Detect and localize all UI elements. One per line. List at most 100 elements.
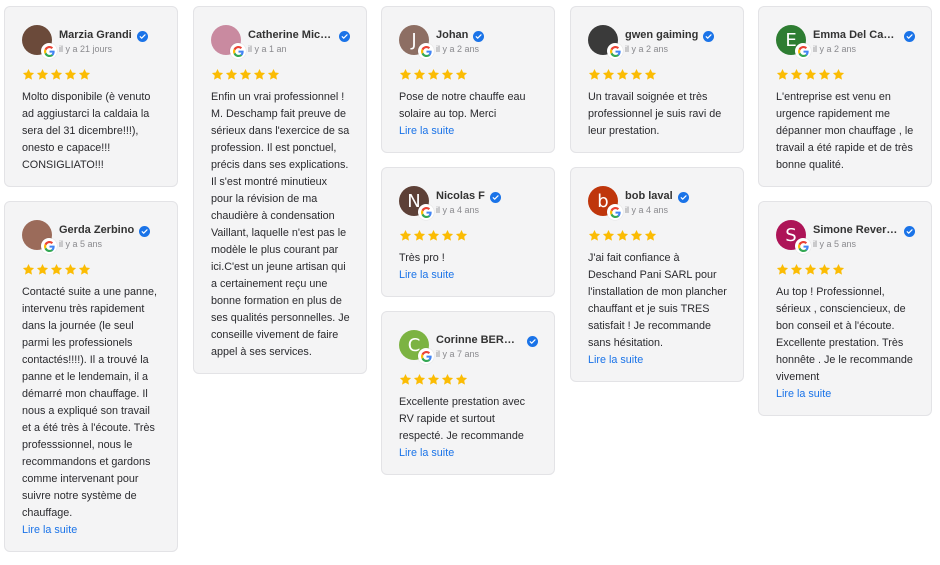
read-more-link[interactable]: Lire la suite [776,386,915,403]
review-text: Pose de notre chauffe eau solaire au top… [399,91,526,120]
name-row: Corinne BERNA... [436,331,538,348]
star-icon [78,263,91,276]
star-icon [455,373,468,386]
read-more-link[interactable]: Lire la suite [399,445,538,462]
reviewer-name[interactable]: gwen gaiming [625,29,698,41]
review-text: Un travail soignée et très professionnel… [588,91,722,137]
avatar[interactable]: E [776,25,811,59]
avatar[interactable] [588,25,623,59]
star-icon [776,68,789,81]
verified-badge-icon [339,29,350,42]
review-column: Catherine Michel il y a 1 an Enfin un vrai… [193,6,367,388]
verified-badge-icon [677,190,689,203]
star-icon [427,68,440,81]
reviewer-name[interactable]: Nicolas F [436,190,485,202]
verified-badge-icon [904,29,915,42]
star-icon [36,68,49,81]
star-icon [588,68,601,81]
star-icon [630,229,643,242]
review-date: il y a 5 ans [59,239,103,249]
star-rating [588,229,727,243]
star-icon [427,373,440,386]
google-g-icon [41,238,57,254]
star-icon [441,68,454,81]
review-date: il y a 4 ans [625,205,669,215]
avatar[interactable] [22,25,57,59]
review-date: il y a 5 ans [813,239,857,249]
avatar[interactable] [211,25,246,59]
star-icon [239,68,252,81]
review-card: J Johan il y a 2 ans Pose de notre chauffe … [381,6,555,153]
star-icon [818,263,831,276]
star-icon [267,68,280,81]
verified-badge-icon [473,29,485,42]
google-g-icon [795,238,811,254]
review-header: gwen gaiming il y a 2 ans [588,23,727,59]
star-icon [441,373,454,386]
avatar[interactable]: C [399,330,434,364]
name-row: Gerda Zerbino [59,221,161,238]
avatar[interactable] [22,220,57,254]
star-icon [644,68,657,81]
review-date: il y a 2 ans [436,44,480,54]
review-header: Catherine Michel il y a 1 an [211,23,350,59]
review-header: b bob laval il y a 4 ans [588,184,727,220]
star-icon [413,68,426,81]
star-icon [602,68,615,81]
star-rating [588,68,727,82]
reviewer-name[interactable]: Simone Reversat [813,224,899,236]
review-text: Au top ! Professionnel, sérieux , consci… [776,286,913,383]
reviewer-meta: Emma Del Cam... il y a 2 ans [813,26,915,54]
read-more-link[interactable]: Lire la suite [399,123,538,140]
star-icon [790,68,803,81]
review-text: Très pro ! [399,252,445,264]
star-icon [776,263,789,276]
name-row: gwen gaiming [625,26,727,43]
reviewer-name[interactable]: Gerda Zerbino [59,224,134,236]
reviewer-meta: Corinne BERNA... il y a 7 ans [436,331,538,359]
review-date: il y a 2 ans [625,44,669,54]
avatar[interactable]: N [399,186,434,220]
review-date: il y a 2 ans [813,44,857,54]
reviewer-name[interactable]: Johan [436,29,468,41]
star-icon [427,229,440,242]
read-more-link[interactable]: Lire la suite [399,267,538,284]
reviewer-name[interactable]: Corinne BERNA... [436,334,522,346]
name-row: bob laval [625,187,727,204]
star-icon [602,229,615,242]
star-icon [832,68,845,81]
review-column: Marzia Grandi il y a 21 jours Molto dispon… [4,6,178,565]
avatar[interactable]: S [776,220,811,254]
verified-badge-icon [136,29,148,42]
review-column: E Emma Del Cam... il y a 2 ans L'entreprise… [758,6,932,430]
avatar[interactable]: b [588,186,623,220]
reviewer-name[interactable]: Emma Del Cam... [813,29,899,41]
review-date: il y a 4 ans [436,205,480,215]
review-text: J'ai fait confiance à Deschand Pani SARL… [588,252,727,349]
star-icon [818,68,831,81]
reviewer-name[interactable]: bob laval [625,190,673,202]
review-date: il y a 21 jours [59,44,113,54]
avatar[interactable]: J [399,25,434,59]
review-date: il y a 1 an [248,44,287,54]
review-text: Molto disponibile (è venuto ad aggiustar… [22,91,151,171]
star-icon [630,68,643,81]
read-more-link[interactable]: Lire la suite [22,522,161,539]
review-card: b bob laval il y a 4 ans J'ai fait confianc… [570,167,744,382]
reviewer-name[interactable]: Catherine Michel [248,29,334,41]
star-rating [22,68,161,82]
name-row: Marzia Grandi [59,26,161,43]
review-card: E Emma Del Cam... il y a 2 ans L'entreprise… [758,6,932,187]
read-more-link[interactable]: Lire la suite [588,352,727,369]
star-icon [588,229,601,242]
star-icon [64,68,77,81]
review-header: E Emma Del Cam... il y a 2 ans [776,23,915,59]
star-icon [399,373,412,386]
review-card: N Nicolas F il y a 4 ans Très pro ! Lire la … [381,167,555,297]
review-header: C Corinne BERNA... il y a 7 ans [399,328,538,364]
star-icon [455,68,468,81]
reviewer-name[interactable]: Marzia Grandi [59,29,132,41]
review-text: Enfin un vrai professionnel ! M. Descham… [211,91,350,358]
name-row: Johan [436,26,538,43]
star-icon [616,68,629,81]
